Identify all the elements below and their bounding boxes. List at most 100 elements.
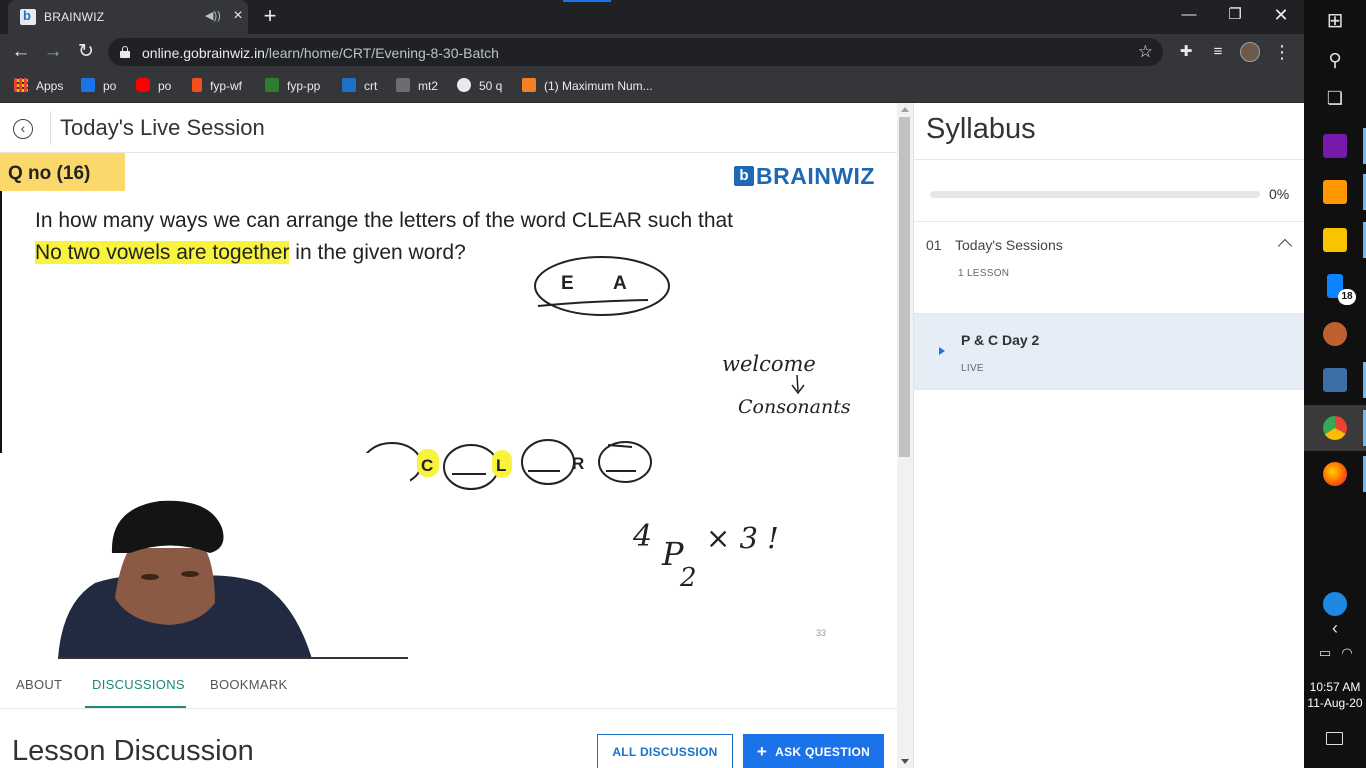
letter-l: L (496, 456, 506, 475)
page-scrollbar[interactable] (897, 103, 913, 768)
media-control-icon[interactable]: ≡ (1208, 42, 1228, 62)
media-player-icon[interactable] (1323, 322, 1347, 346)
formula-r: 2 (679, 563, 697, 593)
all-discussion-button[interactable]: ALL DISCUSSION (597, 734, 733, 768)
speaker-icon[interactable]: ◀)) (205, 10, 221, 22)
slot-2 (443, 444, 499, 490)
course-progress-label: 0% (1269, 186, 1290, 202)
bookmark-apps[interactable]: Apps (14, 77, 63, 95)
system-clock[interactable]: 10:57 AM 11-Aug-20 (1304, 679, 1366, 711)
url-text[interactable]: online.gobrainwiz.in/learn/home/CRT/Even… (142, 45, 499, 61)
slide-number: 33 (816, 628, 827, 638)
tab-bookmark[interactable]: BOOKMARK (210, 677, 288, 692)
close-tab-icon[interactable]: × (230, 8, 246, 24)
menu-dots-icon[interactable]: ⋮ (1272, 42, 1292, 62)
formula-rest: × 3 ! (706, 521, 779, 555)
profile-avatar[interactable] (1240, 42, 1260, 62)
globe-icon (457, 78, 471, 92)
note-consonant: Consonants (738, 396, 851, 418)
chrome-icon[interactable] (1323, 416, 1347, 440)
tab-about[interactable]: ABOUT (16, 677, 62, 692)
presenter-face (115, 548, 215, 625)
forward-arrow-icon[interactable]: → (42, 41, 64, 63)
file-explorer-icon[interactable] (1323, 228, 1347, 252)
action-center-icon[interactable] (1326, 732, 1343, 745)
restore-button[interactable]: ❐ (1220, 4, 1250, 26)
clock-date: 11-Aug-20 (1307, 696, 1363, 710)
slot-4 (598, 441, 652, 483)
bookmark-maximum-num[interactable]: (1) Maximum Num... (522, 77, 653, 95)
lesson-discussion-heading: Lesson Discussion (12, 735, 254, 767)
bookmark-star-icon[interactable]: ☆ (1138, 42, 1153, 62)
brainwiz-icon (342, 78, 356, 92)
letter-r: R (572, 454, 584, 473)
course-progress-bar (930, 191, 1260, 198)
letter-c: C (421, 456, 433, 475)
back-arrow-icon[interactable]: ← (10, 41, 32, 63)
onenote-icon[interactable] (1323, 134, 1347, 158)
syllabus-divider (914, 159, 1305, 160)
sublime-text-icon[interactable] (1323, 180, 1347, 204)
vowel-e: E (561, 273, 574, 294)
extensions-icon[interactable]: ✚ (1176, 42, 1196, 62)
formula-n: 4 (632, 519, 652, 554)
bookmark-po-2[interactable]: po (136, 77, 171, 95)
close-window-button[interactable]: ✕ (1266, 4, 1296, 26)
new-tab-button[interactable]: + (260, 5, 280, 27)
scrollbar-thumb[interactable] (899, 117, 910, 457)
bookmark-mt2[interactable]: mt2 (396, 77, 438, 95)
section-lesson-count: 1 LESSON (958, 268, 1010, 279)
page-header: ‹ Today's Live Session (0, 103, 897, 153)
browser-toolbar: ← → ↻ online.gobrainwiz.in/learn/home/CR… (0, 34, 1304, 70)
task-view-icon[interactable]: ❏ (1316, 88, 1354, 109)
minimize-button[interactable]: — (1174, 4, 1204, 26)
scroll-down-arrow-icon[interactable] (901, 759, 909, 764)
figma-green-icon (265, 78, 279, 92)
lesson-item[interactable]: P & C Day 2 LIVE (914, 313, 1305, 390)
syllabus-divider-2 (914, 221, 1305, 222)
bookmark-crt[interactable]: crt (342, 77, 377, 95)
lesson-tabs: ABOUT DISCUSSIONS BOOKMARK (0, 659, 897, 709)
chevron-left-icon[interactable]: ‹ (1316, 618, 1354, 639)
syllabus-panel: Syllabus 0% 01 Today's Sessions 1 LESSON… (913, 103, 1305, 768)
plus-icon: + (756, 742, 768, 761)
active-tab-indicator (85, 706, 186, 708)
po-icon (81, 78, 95, 92)
lesson-pane: ‹ Today's Live Session Q no (16) b BRAIN… (0, 103, 897, 768)
lock-icon[interactable] (120, 46, 130, 58)
bookmark-50q[interactable]: 50 q (457, 77, 502, 95)
page-title: Today's Live Session (60, 115, 265, 140)
lesson-title: P & C Day 2 (961, 332, 1040, 348)
reload-icon[interactable]: ↻ (75, 41, 97, 63)
video-player[interactable]: Q no (16) b BRAINWIZ In how many ways we… (0, 153, 897, 659)
vowel-a: A (613, 273, 627, 294)
browser-window: BRAINWIZ ◀)) × + — ❐ ✕ ← → ↻ online.gobr… (0, 0, 1304, 103)
search-icon[interactable]: ⚲ (1316, 50, 1354, 71)
scroll-up-arrow-icon[interactable] (901, 107, 909, 112)
calculator-icon[interactable] (1323, 368, 1347, 392)
lesson-status: LIVE (961, 363, 984, 374)
bookmark-po-1[interactable]: po (81, 77, 116, 95)
bookmark-fyp-pp[interactable]: fyp-pp (265, 77, 320, 95)
wifi-icon[interactable]: ◠ (1328, 645, 1366, 661)
firefox-icon[interactable] (1323, 462, 1347, 486)
section-number: 01 (926, 237, 942, 253)
vowel-ellipse (534, 256, 670, 316)
bookmarks-bar: Apps po po fyp-wf fyp-pp crt mt2 50 q (1… (0, 70, 1304, 103)
chevron-up-icon[interactable] (1277, 238, 1293, 254)
address-bar[interactable]: online.gobrainwiz.in/learn/home/CRT/Even… (108, 38, 1163, 66)
tab-brainwiz[interactable]: BRAINWIZ ◀)) × (8, 0, 248, 34)
network-helper-icon[interactable] (1323, 592, 1347, 616)
tab-discussions[interactable]: DISCUSSIONS (92, 677, 185, 692)
tab-title: BRAINWIZ (44, 10, 105, 24)
back-circle-icon[interactable]: ‹ (13, 119, 33, 139)
ask-question-label: ASK QUESTION (775, 745, 871, 759)
syllabus-title: Syllabus (926, 113, 1036, 145)
tab-strip: BRAINWIZ ◀)) × + — ❐ ✕ (0, 0, 1304, 34)
ask-question-button[interactable]: + ASK QUESTION (743, 734, 884, 768)
windows-taskbar: ⊞ ⚲ ❏ 18 ‹ ▭ ◠ 10:57 AM 11-Aug-20 (1304, 0, 1366, 768)
bookmark-fyp-wf[interactable]: fyp-wf (192, 77, 242, 95)
clock-time: 10:57 AM (1309, 680, 1361, 694)
windows-start-icon[interactable]: ⊞ (1316, 8, 1354, 33)
youtube-icon (136, 78, 150, 92)
